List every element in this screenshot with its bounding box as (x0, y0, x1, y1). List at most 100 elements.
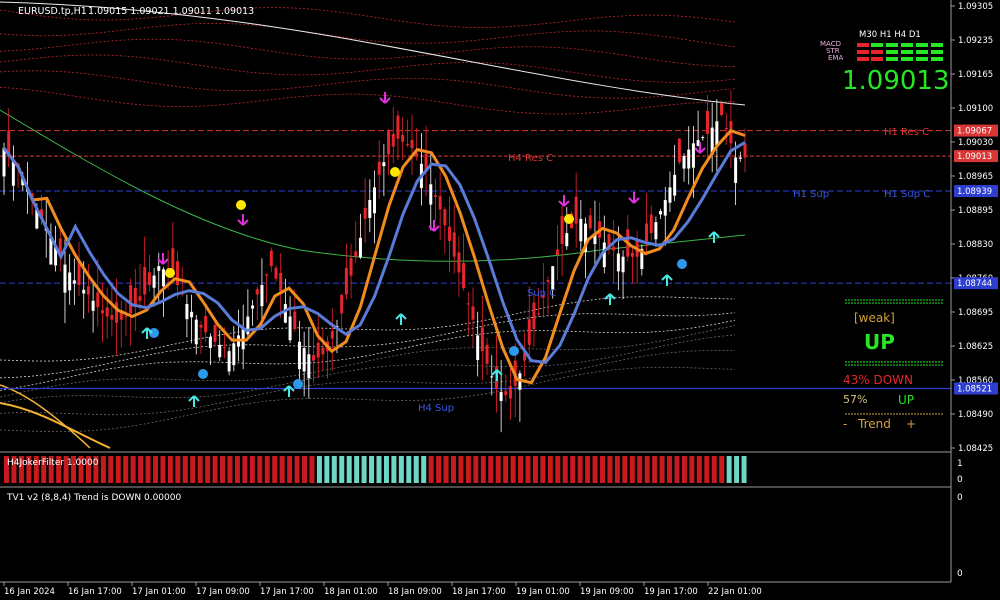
blue-dot-marker (677, 259, 687, 269)
filter-bar (309, 456, 315, 483)
candle-body (668, 187, 672, 203)
candle-body (358, 237, 362, 258)
candle-body (138, 296, 142, 301)
filter-bar (570, 456, 576, 483)
ohlc-label: 1.09015 1.09021 1.09011 1.09013 (88, 6, 254, 17)
filter-bar (689, 456, 695, 483)
blue-dot-marker (293, 379, 303, 389)
dashboard-signal-cell (886, 57, 898, 61)
subwindow1-tick-1: 1 (957, 459, 963, 469)
chart-window[interactable]: H4 Res C H1 Res C H1 Sup H1 Sup C H4 Sup… (0, 0, 1000, 600)
weak-label: [weak] (854, 311, 895, 325)
dashboard-signal-cell (901, 43, 913, 47)
filter-bar (391, 456, 397, 483)
filter-bar (227, 456, 233, 483)
candle-body (340, 294, 344, 314)
price-tick-label: 1.09165 (958, 70, 993, 80)
dashboard-signal-cell (901, 50, 913, 54)
dashboard-signal-cell (857, 57, 869, 61)
candle-body (462, 263, 466, 289)
filter-bar (346, 456, 352, 483)
up-small-label: UP (898, 393, 914, 407)
candle-body (466, 303, 470, 305)
candle-body (312, 355, 316, 361)
filter-bar (138, 456, 144, 483)
candle-body (429, 184, 433, 205)
filter-bar (153, 456, 158, 483)
price-tick-label: 1.09305 (958, 2, 993, 12)
filter-bar (383, 456, 389, 483)
candle-body (204, 316, 208, 333)
filter-bar (577, 456, 583, 483)
candle-body (377, 161, 381, 175)
candle-body (260, 285, 264, 307)
candle-body (560, 216, 564, 245)
candle-body (161, 269, 165, 287)
filter-bar (659, 456, 665, 483)
filter-bar (354, 456, 360, 483)
price-tick-label: 1.08965 (958, 172, 993, 182)
candle-body (152, 275, 156, 288)
candle-body (705, 110, 709, 134)
candle-body (110, 315, 114, 320)
big-price-label: 1.09013 (842, 66, 950, 96)
candle-body (485, 344, 489, 364)
filter-bar (562, 456, 568, 483)
candle-body (68, 272, 72, 291)
yellow-dot-marker (564, 214, 574, 224)
filter-bar (592, 456, 598, 483)
filter-bar (123, 456, 129, 483)
candle-body (157, 266, 161, 271)
candle-body (438, 196, 442, 210)
price-tick-label: 1.08490 (958, 410, 993, 420)
h1-sup-c-label: H1 Sup C (884, 189, 930, 200)
candle-body (743, 143, 747, 158)
candle-body (288, 316, 292, 341)
filter-bar (287, 456, 293, 483)
filter-bar (622, 456, 628, 483)
candle-body (241, 327, 245, 350)
filter-bar (503, 456, 509, 483)
time-tick-label: 17 Jan 09:00 (196, 587, 250, 597)
symbol-label: EURUSD.tp,H1 (18, 6, 87, 17)
candle-body (738, 157, 742, 159)
candle-body (283, 303, 287, 323)
trend-label: Trend (857, 417, 891, 431)
dashboard-signal-cell (916, 57, 928, 61)
filter-bar (488, 456, 494, 483)
candle-body (368, 200, 372, 218)
filter-bar (302, 456, 307, 483)
candle-body (213, 324, 217, 342)
candle-body (659, 211, 663, 215)
candle-body (701, 137, 705, 139)
candle-body (645, 223, 649, 241)
candle-body (387, 131, 391, 155)
price-box-label: 1.08744 (957, 279, 992, 289)
candle-body (222, 347, 226, 349)
candle-body (490, 376, 494, 378)
filter-bar (711, 456, 717, 483)
filter-bar (324, 456, 330, 483)
candle-body (293, 311, 297, 330)
filter-bar (719, 456, 725, 483)
filter-bar (100, 456, 106, 483)
dashboard-signal-cell (857, 50, 869, 54)
filter-bar (480, 456, 486, 483)
filter-bar (644, 456, 650, 483)
filter-bar (518, 456, 524, 483)
filter-bar (436, 456, 442, 483)
filter-bar (145, 456, 151, 483)
candle-body (433, 195, 437, 197)
filter-bar (704, 456, 710, 483)
filter-bar (741, 456, 747, 483)
candle-body (401, 134, 405, 142)
blue-dot-marker (198, 369, 208, 379)
filter-bar (220, 456, 226, 483)
candle-body (654, 222, 658, 240)
candle-body (208, 337, 212, 349)
candle-body (185, 303, 189, 320)
filter-bar (108, 456, 114, 483)
candle-body (129, 285, 133, 314)
price-tick-label: 1.08425 (958, 444, 993, 454)
filter-bar (585, 456, 591, 483)
